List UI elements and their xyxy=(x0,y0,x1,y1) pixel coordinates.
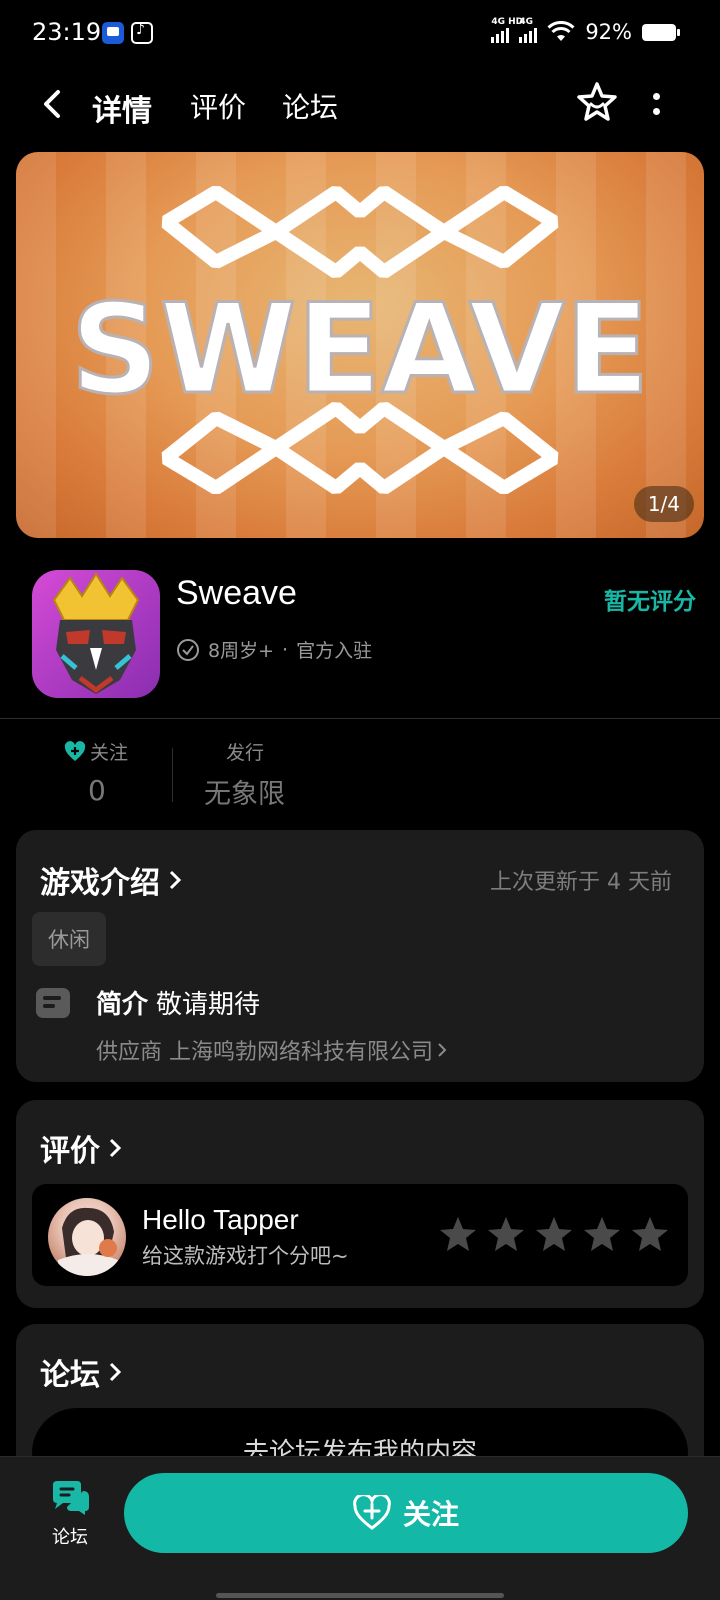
forum-header[interactable]: 论坛 xyxy=(40,1350,122,1394)
star-icon[interactable] xyxy=(534,1214,574,1254)
notification-app-icon xyxy=(102,22,124,44)
sweave-logo: SWEAVE xyxy=(69,185,651,495)
forum-nav-button[interactable]: 论坛 xyxy=(40,1479,100,1549)
status-bar: 23:19 4G HD 4G 92% xyxy=(0,0,720,70)
carousel-counter: 1/4 xyxy=(633,486,694,522)
tab-forum[interactable]: 论坛 xyxy=(282,86,338,126)
rate-hint: 给这款游戏打个分吧~ xyxy=(142,1244,349,1268)
summary-label: 简介 xyxy=(96,990,149,1020)
verified-check-icon xyxy=(177,638,199,661)
review-card: 评价 Hello Tapper 给这款游戏打个分吧~ xyxy=(16,1100,704,1308)
star-icon[interactable] xyxy=(438,1214,478,1254)
genre-tag[interactable]: 休闲 xyxy=(32,912,106,966)
official-badge: 官方入驻 xyxy=(296,640,373,662)
tiktok-notification-icon xyxy=(131,22,153,44)
cellular-signal-2-icon: 4G xyxy=(519,17,538,43)
more-vertical-icon[interactable] xyxy=(648,90,664,124)
chevron-right-icon xyxy=(109,1138,122,1158)
divider xyxy=(0,718,720,719)
wifi-icon xyxy=(547,21,575,41)
banner-carousel[interactable]: SWEAVE 1/4 xyxy=(16,152,704,538)
battery-percent: 92% xyxy=(585,20,632,44)
follow-button[interactable]: 关注 xyxy=(124,1473,688,1553)
follow-count-label: 关注 xyxy=(64,738,128,765)
stat-divider xyxy=(172,748,173,802)
rate-prompt: Hello Tapper 给这款游戏打个分吧~ xyxy=(32,1184,688,1286)
app-name: Sweave xyxy=(176,574,297,612)
avatar xyxy=(48,1198,126,1276)
cellular-signal-icon: 4G HD xyxy=(491,17,523,43)
heart-plus-icon xyxy=(353,1495,391,1530)
chevron-right-icon xyxy=(169,870,182,890)
tab-review[interactable]: 评价 xyxy=(190,86,246,126)
star-rating[interactable] xyxy=(438,1214,670,1254)
star-icon[interactable] xyxy=(582,1214,622,1254)
chevron-right-icon xyxy=(438,1043,447,1057)
summary: 简介 敬请期待 xyxy=(96,984,260,1021)
publisher-label: 发行 xyxy=(226,742,265,764)
battery-icon xyxy=(642,23,680,41)
bottom-action-bar: 论坛 关注 xyxy=(0,1456,720,1600)
status-time: 23:19 xyxy=(32,18,102,46)
user-name: Hello Tapper xyxy=(142,1204,299,1235)
summary-content: 敬请期待 xyxy=(156,990,261,1020)
heart-plus-icon xyxy=(64,740,86,761)
age-rating: 8周岁+ xyxy=(208,640,275,662)
home-indicator[interactable] xyxy=(216,1593,504,1598)
chevron-right-icon xyxy=(109,1362,122,1382)
supplier-link[interactable]: 供应商 上海鸣勃网络科技有限公司 xyxy=(96,1034,447,1066)
status-indicators: 4G HD 4G 92% xyxy=(491,17,680,44)
star-badge-icon[interactable] xyxy=(574,80,620,126)
last-updated: 上次更新于 4 天前 xyxy=(490,870,672,895)
review-header[interactable]: 评价 xyxy=(40,1126,122,1170)
app-meta: 8周岁+ · 官方入驻 xyxy=(176,636,372,663)
star-icon[interactable] xyxy=(486,1214,526,1254)
app-detail-screen: 23:19 4G HD 4G 92% 详情 评价 xyxy=(0,0,720,1600)
publisher-name[interactable]: 无象限 xyxy=(204,772,285,811)
top-nav: 详情 评价 论坛 xyxy=(0,70,720,140)
back-button[interactable] xyxy=(36,84,72,124)
rating-status[interactable]: 暂无评分 xyxy=(604,582,696,616)
svg-text:SWEAVE: SWEAVE xyxy=(70,278,649,422)
star-icon[interactable] xyxy=(630,1214,670,1254)
tab-detail[interactable]: 详情 xyxy=(88,86,156,136)
follow-count: 0 xyxy=(88,774,106,807)
game-intro-card: 游戏介绍 上次更新于 4 天前 休闲 简介 敬请期待 供应商 上海鸣勃网络科技有限… xyxy=(16,830,704,1082)
game-intro-header[interactable]: 游戏介绍 xyxy=(40,858,182,902)
summary-icon xyxy=(36,988,70,1018)
app-icon xyxy=(32,570,160,698)
chat-bubbles-icon xyxy=(53,1481,89,1515)
